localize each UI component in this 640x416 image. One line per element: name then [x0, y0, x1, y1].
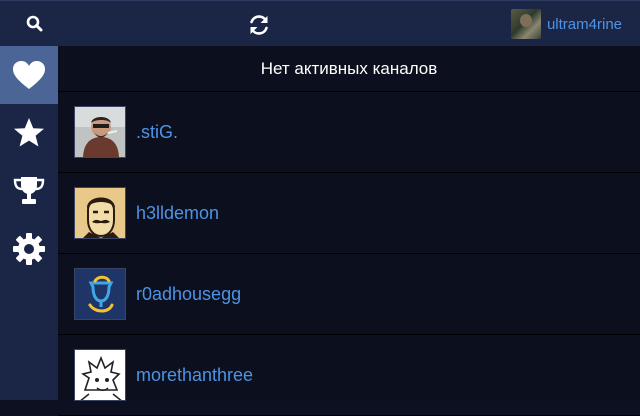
sidebar-item-followed[interactable]: [0, 46, 58, 104]
sidebar-item-top[interactable]: [0, 162, 58, 220]
channel-list-panel: Нет активных каналов .stiG. h3lldemon r0…: [58, 46, 640, 416]
search-icon[interactable]: [24, 13, 46, 35]
no-active-channels-header: Нет активных каналов: [58, 46, 640, 92]
user-avatar: [510, 9, 541, 39]
top-bar: ultram4rine: [0, 0, 640, 46]
heart-icon: [13, 61, 45, 89]
sidebar-item-settings[interactable]: [0, 220, 58, 278]
channel-avatar: [74, 268, 126, 320]
user-profile[interactable]: ultram4rine: [510, 9, 622, 39]
channel-name[interactable]: r0adhousegg: [136, 284, 241, 305]
channel-avatar: [74, 349, 126, 401]
username-label[interactable]: ultram4rine: [547, 16, 622, 33]
channel-row[interactable]: h3lldemon: [58, 173, 640, 254]
channel-row[interactable]: morethanthree: [58, 335, 640, 416]
channel-avatar: [74, 187, 126, 239]
star-icon: [14, 118, 44, 147]
channel-name[interactable]: h3lldemon: [136, 203, 219, 224]
channel-name[interactable]: .stiG.: [136, 122, 178, 143]
sidebar: [0, 46, 58, 400]
channel-avatar: [74, 106, 126, 158]
channel-row[interactable]: .stiG.: [58, 92, 640, 173]
sidebar-item-favorites[interactable]: [0, 104, 58, 162]
gear-icon: [13, 233, 45, 265]
channel-row[interactable]: r0adhousegg: [58, 254, 640, 335]
refresh-icon[interactable]: [245, 11, 273, 39]
channel-name[interactable]: morethanthree: [136, 365, 253, 386]
trophy-icon: [13, 177, 45, 204]
